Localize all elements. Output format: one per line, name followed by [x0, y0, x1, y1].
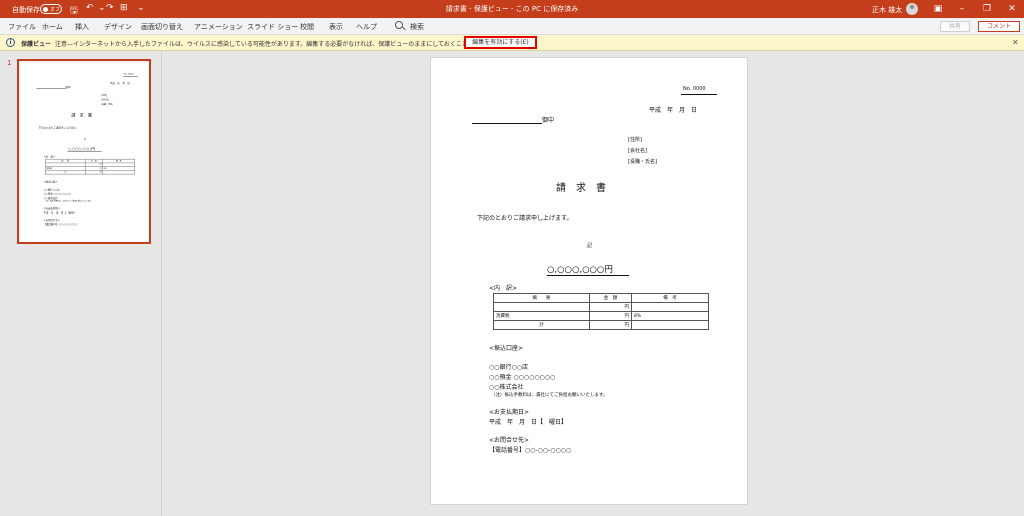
due-label: <お支払期日> [489, 409, 530, 416]
invoice-intro: 下記のとおりご請求申し上げます。 [38, 126, 79, 130]
tab-home[interactable]: ホーム [42, 22, 63, 32]
table-cell-label: 計 [45, 170, 86, 175]
table-cell-note [102, 170, 135, 175]
breakdown-label: <内 訳> [489, 285, 518, 292]
thumbnail-preview: No. 0000 平成 年 月 日 御中 [住所] [会社名] [役職・氏名] … [19, 61, 149, 242]
sender-company: [会社名] [101, 98, 110, 102]
table-row: 消費税 円 8% [493, 311, 709, 321]
tab-help[interactable]: ヘルプ [356, 22, 377, 32]
enable-editing-button[interactable]: 編集を有効にする(E) [464, 36, 537, 49]
protected-view-message: 注意—インターネットから入手したファイルは、ウイルスに感染している可能性がありま… [55, 41, 516, 48]
tab-file[interactable]: ファイル [8, 22, 36, 32]
search-box[interactable]: 検索 [410, 22, 424, 32]
info-icon: i [6, 38, 15, 47]
share-button[interactable]: 共有 [940, 21, 970, 32]
comment-button[interactable]: コメント [978, 21, 1020, 32]
invoice-intro: 下記のとおりご請求申し上げます。 [477, 215, 573, 222]
bank-line: ○○銀行○○店 [489, 364, 528, 371]
tab-slideshow[interactable]: スライド ショー [247, 22, 298, 32]
table-header: 金 額 [589, 293, 632, 303]
sender-company: [会社名] [628, 148, 647, 154]
slide-thumbnail-pane: 1 No. 0000 平成 年 月 日 御中 [住所] [会社名] [役職・氏名… [0, 51, 162, 516]
bank-note: （注）振込手数料は、貴社にてご負担お願いいたします。 [44, 200, 93, 203]
invoice-date: 平成 年 月 日 [649, 107, 698, 114]
invoice-page: No. 0000 平成 年 月 日 御中 [住所] [会社名] [役職・氏名] … [430, 57, 748, 505]
tab-transitions[interactable]: 画面切り替え [141, 22, 183, 32]
contact-value: 【電話番号】○○-○○-○○○○ [489, 447, 572, 454]
sender-address: [住所] [628, 137, 642, 143]
ribbon-display-icon[interactable]: ▣ [931, 2, 945, 16]
sender-person: [役職・氏名] [628, 159, 657, 165]
bank-label: <振込口座> [489, 345, 524, 352]
invoice-title: 請 求 書 [556, 183, 606, 194]
slide-canvas: No. 0000 平成 年 月 日 御中 [住所] [会社名] [役職・氏名] … [163, 51, 1024, 516]
table-cell-yen: 円 [85, 170, 103, 175]
due-value: 平成 年 月 日【 曜日】 [489, 419, 568, 426]
invoice-total: ○,○○○,○○○円 [547, 265, 613, 275]
bank-line: ○○株式会社 [489, 384, 524, 391]
table-cell-note [631, 302, 709, 312]
minimize-icon[interactable]: – [955, 2, 969, 16]
thumbnail-page: No. 0000 平成 年 月 日 御中 [住所] [会社名] [役職・氏名] … [19, 61, 149, 242]
due-value: 平成 年 月 日【 曜日】 [43, 211, 76, 215]
window-title: 請求書 - 保護ビュー - この PC に保存済み [445, 5, 579, 13]
user-name[interactable]: 正木 雄太 [872, 5, 902, 15]
slide-page[interactable]: No. 0000 平成 年 月 日 御中 [住所] [会社名] [役職・氏名] … [430, 57, 748, 505]
window-close-icon[interactable]: ✕ [1005, 2, 1019, 16]
restore-icon[interactable]: ❐ [980, 2, 994, 16]
protected-view-title: 保護ビュー [21, 41, 52, 48]
total-underline [547, 275, 629, 276]
tab-animations[interactable]: アニメーション [194, 22, 243, 32]
ribbon-tabs: ファイル ホーム 挿入 デザイン 画面切り替え アニメーション スライド ショー… [0, 18, 1024, 35]
recipient-honorific: 御中 [65, 85, 71, 89]
ki-label: 記 [84, 138, 87, 141]
table-cell-yen: 円 [589, 311, 632, 321]
table-cell-note [631, 320, 709, 330]
tab-design[interactable]: デザイン [104, 22, 132, 32]
invoice-number: No. 0000 [683, 86, 706, 92]
slide-thumbnail[interactable]: No. 0000 平成 年 月 日 御中 [住所] [会社名] [役職・氏名] … [17, 59, 151, 244]
sender-address: [住所] [101, 94, 107, 97]
search-icon[interactable] [395, 21, 403, 29]
sender-person: [役職・氏名] [101, 103, 114, 106]
invoice-title: 請 求 書 [71, 113, 93, 118]
contact-value: 【電話番号】○○-○○-○○○○ [43, 222, 78, 226]
tab-view[interactable]: 表示 [329, 22, 343, 32]
bank-line: ○○預金 ○○○○○○○○ [489, 374, 556, 381]
slide-number: 1 [7, 59, 12, 67]
table-cell-label: 計 [493, 320, 590, 330]
table-row: 計 円 [45, 170, 135, 175]
table-row: 計 円 [493, 320, 709, 330]
bank-label: <振込口座> [43, 180, 58, 184]
table-cell-label [493, 302, 590, 312]
invoice-number: No. 0000 [124, 73, 134, 76]
table-row: 円 [493, 302, 709, 312]
tab-review[interactable]: 校閲 [300, 22, 314, 32]
table-cell-label: 消費税 [493, 311, 590, 321]
ki-label: 記 [587, 243, 593, 249]
protected-view-bar: i 保護ビュー 注意—インターネットから入手したファイルは、ウイルスに感染してい… [0, 35, 1024, 51]
table-cell-yen: 円 [589, 320, 632, 330]
table-cell-note: 8% [631, 311, 709, 321]
breakdown-table: 摘 要 金 額 備 考 円 消費税 円 8% 計 円 [45, 158, 135, 175]
table-header: 備 考 [631, 293, 709, 303]
recipient-honorific: 御中 [542, 117, 555, 124]
contact-label: <お問合せ先> [489, 437, 530, 444]
recipient-underline [472, 123, 542, 124]
table-header-row: 摘 要 金 額 備 考 [493, 293, 709, 303]
title-bar: 自動保存 オフ 🖫 ↶ ⌄ ↷ ⊞ ⌄ 請求書 - 保護ビュー - この PC … [0, 0, 1024, 18]
number-underline [681, 94, 717, 95]
close-icon[interactable]: ✕ [1012, 38, 1019, 47]
bank-note: （注）振込手数料は、貴社にてご負担お願いいたします。 [491, 393, 608, 398]
table-cell-yen: 円 [589, 302, 632, 312]
tab-insert[interactable]: 挿入 [75, 22, 89, 32]
invoice-date: 平成 年 月 日 [109, 81, 130, 85]
breakdown-table: 摘 要 金 額 備 考 円 消費税 円 8% 計 円 [493, 293, 709, 330]
avatar[interactable] [906, 3, 918, 15]
table-header: 摘 要 [493, 293, 590, 303]
